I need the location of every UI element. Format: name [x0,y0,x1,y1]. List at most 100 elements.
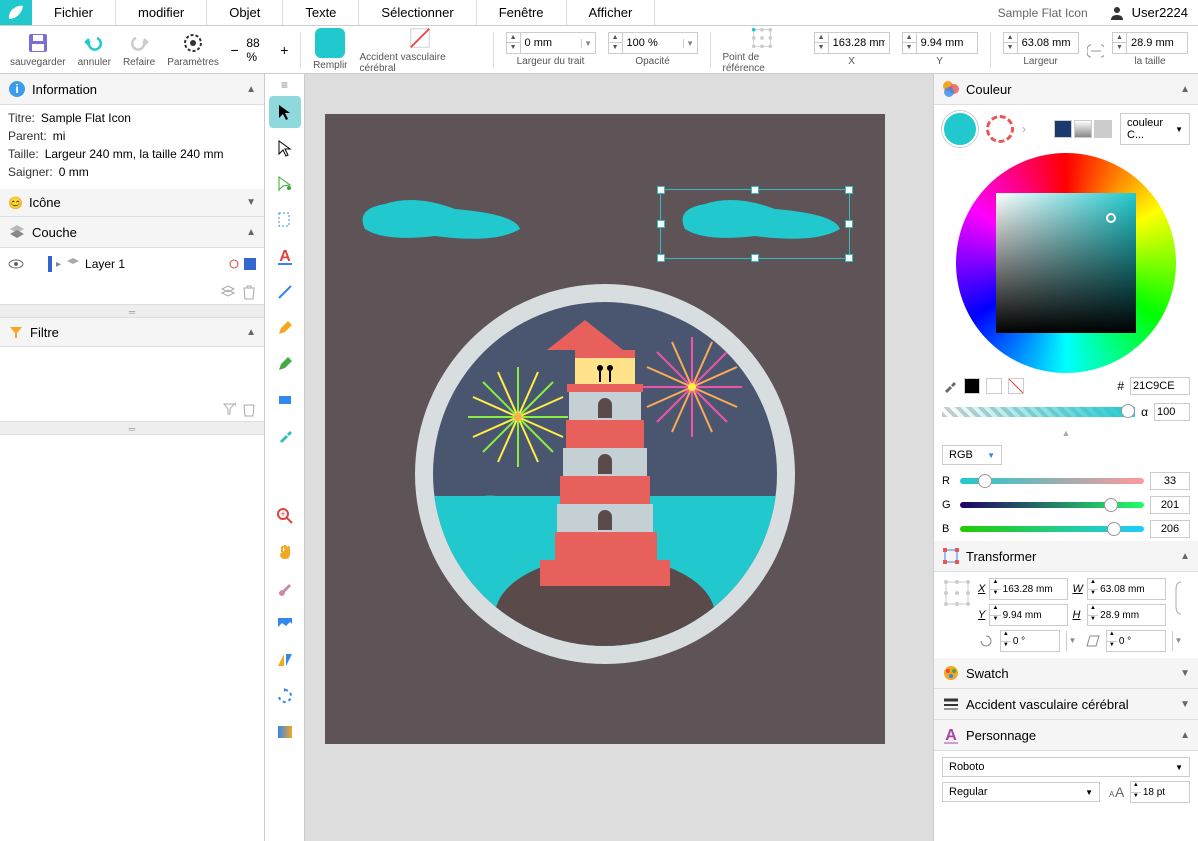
undo-button[interactable]: annuler [74,31,115,68]
font-family-select[interactable]: Roboto▼ [942,757,1190,777]
redo-button[interactable]: Refaire [119,31,159,68]
tool-select[interactable] [269,132,301,164]
tool-pen[interactable] [269,312,301,344]
panel-couche-header[interactable]: Couche ▲ [0,217,264,248]
menu-selectionner[interactable]: Sélectionner [359,0,476,25]
selection-box[interactable] [660,189,850,259]
zoom-out-button[interactable]: − [227,42,242,58]
g-slider[interactable] [960,502,1144,508]
layer-row[interactable]: ▸ Layer 1 [8,254,256,274]
x-input[interactable]: ▲▼ [814,32,890,54]
tool-image[interactable] [269,608,301,640]
r-slider[interactable] [960,478,1144,484]
tool-brush[interactable] [269,572,301,604]
rotate-dropdown[interactable]: ▼ [1066,631,1078,651]
eyedropper-icon[interactable] [942,378,958,394]
toolbox-menu-icon[interactable]: ≡ [281,78,288,92]
fill-button[interactable]: Remplir [309,28,351,71]
fill-swatch[interactable] [315,28,345,58]
b-slider[interactable] [960,526,1144,532]
panel-transform-header[interactable]: Transformer ▲ [934,541,1198,572]
r-input[interactable] [1150,472,1190,490]
panel-icone-header[interactable]: 😊 Icône ▼ [0,189,264,217]
refpoint-grid[interactable] [942,578,972,608]
pattern-chip[interactable] [1094,120,1112,138]
tool-page[interactable] [269,204,301,236]
fill-color[interactable] [942,111,978,147]
tool-gradient[interactable] [269,716,301,748]
collapse-icon[interactable]: ▲ [934,425,1198,441]
font-size-input[interactable]: ▲▼ [1130,781,1190,803]
color-mode-select[interactable]: couleur C...▼ [1120,113,1190,145]
target-icon[interactable] [228,258,240,270]
panel-information-header[interactable]: i Information ▲ [0,74,264,105]
black-swatch[interactable] [964,378,980,394]
color-model-select[interactable]: RGB▼ [942,445,1002,465]
tool-mirror[interactable] [269,644,301,676]
user-menu[interactable]: User2224 [1098,0,1198,25]
tool-rect[interactable] [269,384,301,416]
refpoint-group[interactable]: Point de référence [719,26,806,74]
tf-y-input[interactable]: ▲▼ [989,604,1068,626]
skew-dropdown[interactable]: ▼ [1172,631,1184,651]
menu-texte[interactable]: Texte [283,0,359,25]
hue-cursor[interactable] [1132,347,1146,361]
tf-skew-input[interactable]: ▲▼ [1106,630,1166,652]
canvas[interactable] [305,74,933,841]
link-wh-icon[interactable] [1172,578,1190,618]
panel-filtre-header[interactable]: Filtre ▲ [0,318,264,347]
stroke-button[interactable]: Accident vasculaire cérébral [356,26,485,74]
layer-color[interactable] [244,258,256,270]
add-filter-icon[interactable]: + [222,401,236,417]
panel-couleur-header[interactable]: Couleur ▲ [934,74,1198,105]
zoom-control[interactable]: − 88 % + [227,36,292,64]
color-wheel[interactable] [956,153,1176,373]
y-input[interactable]: ▲▼ [902,32,978,54]
color-picker-cursor[interactable] [1106,213,1116,223]
gradient-chip[interactable] [1074,120,1092,138]
panel-swatch-header[interactable]: Swatch ▼ [934,658,1198,689]
g-input[interactable] [1150,496,1190,514]
tf-w-input[interactable]: ▲▼ [1087,578,1166,600]
tool-move[interactable] [269,96,301,128]
save-button[interactable]: sauvegarder [6,31,70,68]
h-input[interactable]: ▲▼ [1112,32,1188,54]
b-input[interactable] [1150,520,1190,538]
alpha-input[interactable] [1154,403,1190,421]
white-swatch[interactable] [986,378,1002,394]
menu-fenetre[interactable]: Fenêtre [477,0,567,25]
tool-pencil[interactable] [269,348,301,380]
tool-lasso[interactable] [269,168,301,200]
opacity-input[interactable]: ▲▼▼ [608,32,698,54]
font-style-select[interactable]: Regular▼ [942,782,1100,802]
link-wh-icon[interactable] [1087,35,1104,65]
splitter[interactable]: ═ [0,304,264,318]
panel-personnage-header[interactable]: A Personnage ▲ [934,720,1198,751]
menu-afficher[interactable]: Afficher [567,0,656,25]
panel-avc-header[interactable]: Accident vasculaire cérébral ▼ [934,689,1198,720]
w-input[interactable]: ▲▼ [1003,32,1079,54]
tool-line[interactable] [269,276,301,308]
tool-rotate[interactable] [269,680,301,712]
tool-text[interactable]: A [269,240,301,272]
menu-modifier[interactable]: modifier [116,0,207,25]
zoom-in-button[interactable]: + [277,42,292,58]
layer-name[interactable]: Layer 1 [85,257,224,271]
stroke-color[interactable] [986,115,1014,143]
add-layer-icon[interactable] [220,284,236,300]
eye-icon[interactable] [8,256,24,272]
cloud-shape[interactable] [355,194,525,244]
settings-button[interactable]: Paramètres [163,31,223,68]
alpha-slider[interactable] [942,407,1135,417]
trash-icon[interactable] [242,401,256,417]
expand-icon[interactable]: ▸ [56,259,61,270]
splitter[interactable]: ═ [0,421,264,435]
stroke-width-input[interactable]: ▲▼▼ [506,32,596,54]
tool-hand[interactable] [269,536,301,568]
hex-input[interactable] [1130,377,1190,395]
tool-zoom[interactable]: + [269,500,301,532]
color-chip[interactable] [1054,120,1072,138]
menu-fichier[interactable]: Fichier [32,0,116,25]
trash-icon[interactable] [242,284,256,300]
app-icon[interactable] [0,0,32,25]
